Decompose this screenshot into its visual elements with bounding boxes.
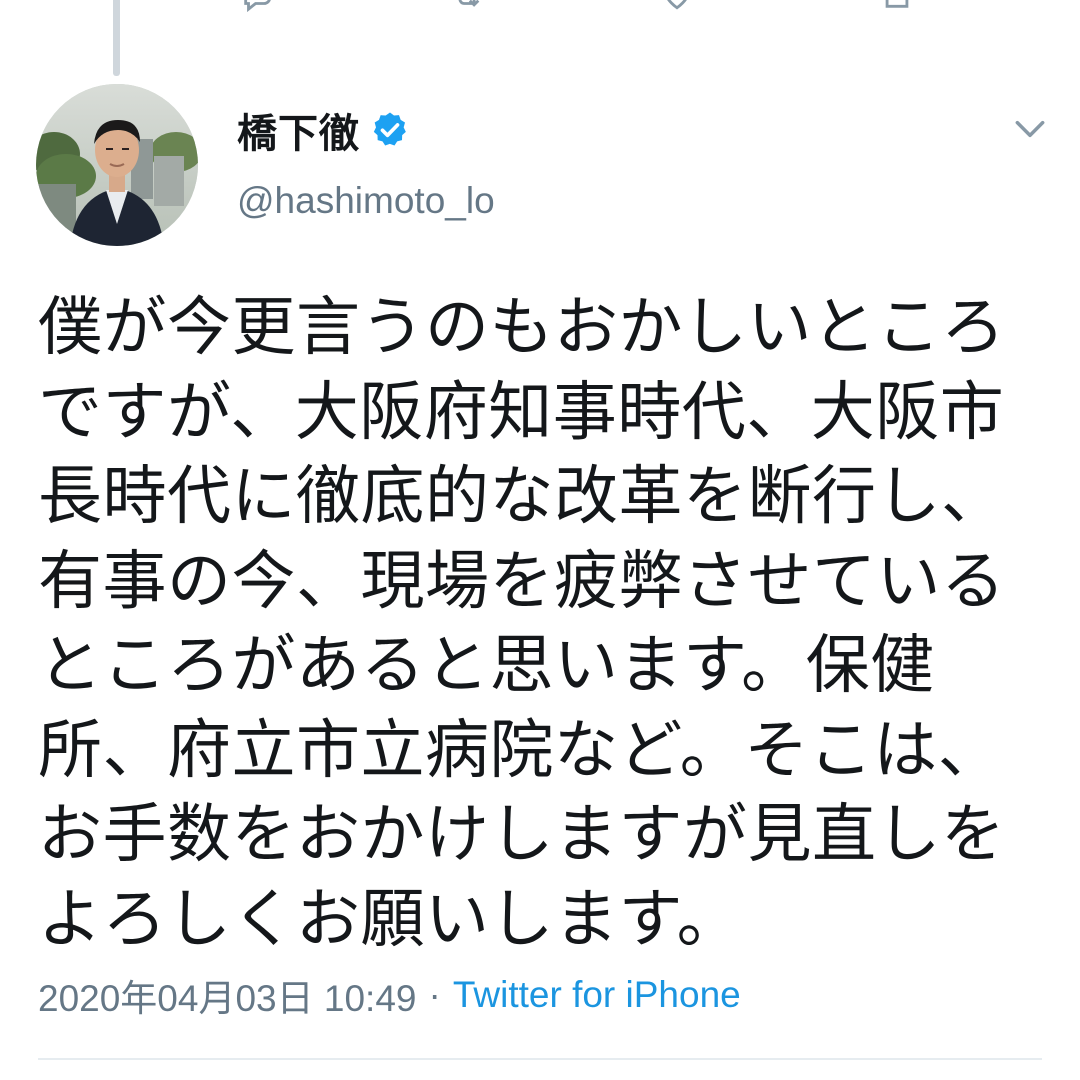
avatar[interactable] bbox=[36, 84, 198, 246]
divider bbox=[38, 1058, 1042, 1060]
display-name[interactable]: 橋下徹 bbox=[237, 101, 360, 159]
tweet-meta: 2020年04月03日 10:49 · Twitter for iPhone bbox=[38, 970, 741, 1020]
thread-connector-line bbox=[113, 0, 120, 76]
chevron-down-icon[interactable] bbox=[1011, 110, 1049, 148]
like-button[interactable] bbox=[660, 0, 694, 12]
tweet-detail-screen: 橋下徹 @hashimoto_lo 僕が今更言うのもおかしいところですが、大阪府… bbox=[0, 0, 1080, 1080]
retweet-icon bbox=[458, 0, 480, 7]
timestamp: 2020年04月03日 10:49 bbox=[38, 978, 417, 1019]
heart-icon bbox=[667, 0, 687, 10]
meta-separator: · bbox=[428, 974, 441, 1015]
verified-badge-icon bbox=[373, 112, 406, 146]
source-link[interactable]: Twitter for iPhone bbox=[453, 974, 741, 1016]
avatar-photo bbox=[36, 84, 198, 246]
share-button[interactable] bbox=[880, 0, 914, 12]
previous-tweet-actions bbox=[240, 0, 940, 12]
username-handle[interactable]: @hashimoto_lo bbox=[237, 180, 495, 222]
retweet-button[interactable] bbox=[450, 0, 484, 12]
tweet-text: 僕が今更言うのもおかしいところですが、大阪府知事時代、大阪市長時代に徹底的な改革… bbox=[38, 291, 1006, 957]
reply-icon bbox=[244, 0, 271, 12]
author-name-row[interactable]: 橋下徹 bbox=[237, 102, 410, 158]
reply-button[interactable] bbox=[240, 0, 274, 12]
share-icon bbox=[885, 0, 909, 8]
